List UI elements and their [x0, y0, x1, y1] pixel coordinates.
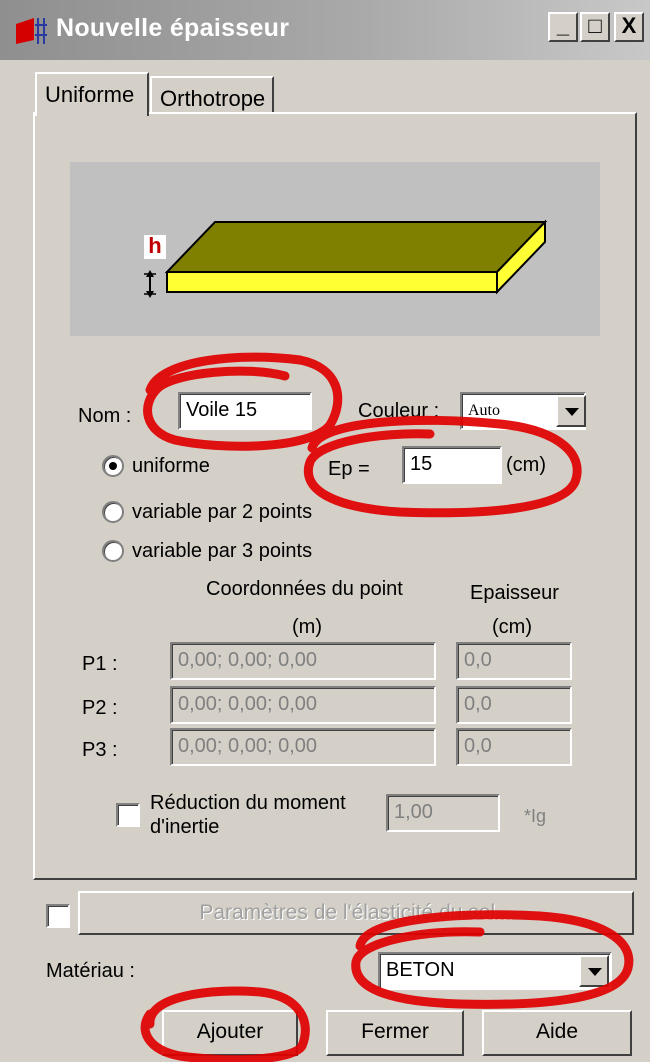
tab-uniforme-label: Uniforme [45, 82, 135, 107]
tab-uniforme[interactable]: Uniforme [35, 72, 149, 116]
annotation-circle-materiau [351, 910, 634, 1009]
annotation-circle-ep [303, 415, 582, 518]
annotation-circle-nom [143, 352, 343, 451]
annotation-circle-ajouter [140, 986, 310, 1062]
annotation-overlay [140, 352, 634, 1062]
